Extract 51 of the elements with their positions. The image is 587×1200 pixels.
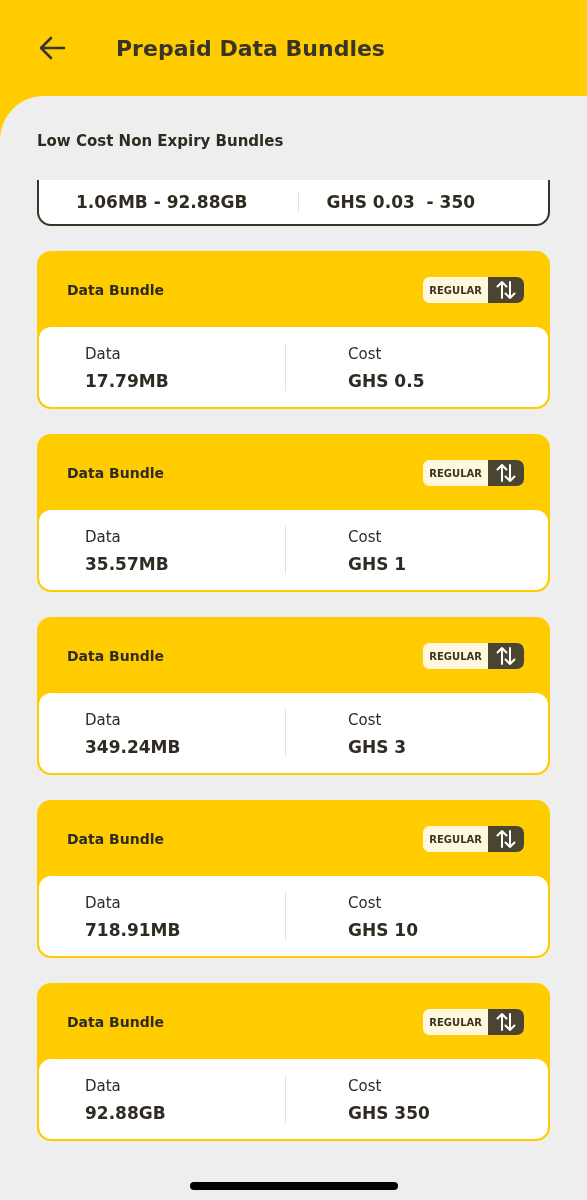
swap-arrows-icon [488, 277, 524, 303]
cost-amount: GHS 350 [348, 1103, 431, 1123]
type-label: REGULAR [423, 643, 488, 669]
cost-amount: GHS 10 [348, 920, 419, 940]
cost-label: Cost [348, 1077, 383, 1095]
bundle-type-toggle[interactable]: REGULAR [423, 643, 524, 669]
back-arrow-icon [38, 36, 66, 60]
type-label: REGULAR [423, 826, 488, 852]
bundle-card[interactable]: Data Bundle REGULAR Data 92.88GB Cost GHS 350 [37, 983, 550, 1141]
cost-label: Cost [348, 345, 383, 363]
bundle-name: Data Bundle [67, 282, 164, 298]
data-label: Data [85, 1077, 122, 1095]
type-label: REGULAR [423, 460, 488, 486]
bundle-card[interactable]: Data Bundle REGULAR Data 718.91MB Cost GHS 10 [37, 800, 550, 958]
data-amount: 349.24MB [85, 737, 182, 757]
bundle-card[interactable]: Data Bundle REGULAR Data 35.57MB Cost GHS 1 [37, 434, 550, 592]
bundle-type-toggle[interactable]: REGULAR [423, 460, 524, 486]
data-amount: 92.88GB [85, 1103, 167, 1123]
data-label: Data [85, 711, 122, 729]
cost-range: GHS 0.03 - 350 [326, 192, 477, 212]
cost-amount: GHS 0.5 [348, 371, 426, 391]
bundle-name: Data Bundle [67, 831, 164, 847]
swap-arrows-icon [488, 460, 524, 486]
bundle-name: Data Bundle [67, 648, 164, 664]
data-label: Data [85, 528, 122, 546]
back-button[interactable] [38, 36, 66, 60]
data-range: 1.06MB - 92.88GB [76, 192, 249, 212]
data-label: Data [85, 345, 122, 363]
section-title: Low Cost Non Expiry Bundles [37, 132, 285, 152]
data-amount: 35.57MB [85, 554, 170, 574]
cost-amount: GHS 3 [348, 737, 408, 757]
cost-label: Cost [348, 711, 383, 729]
swap-arrows-icon [488, 826, 524, 852]
bundle-type-toggle[interactable]: REGULAR [423, 826, 524, 852]
cost-label: Cost [348, 894, 383, 912]
bundle-card[interactable]: Data Bundle REGULAR Data 17.79MB Cost GHS 0.5 [37, 251, 550, 409]
data-label: Data [85, 894, 122, 912]
bundle-type-toggle[interactable]: REGULAR [423, 1009, 524, 1035]
type-label: REGULAR [423, 277, 488, 303]
type-label: REGULAR [423, 1009, 488, 1035]
bundle-type-toggle[interactable]: REGULAR [423, 277, 524, 303]
cost-amount: GHS 1 [348, 554, 408, 574]
bundle-name: Data Bundle [67, 1014, 164, 1030]
page-title: Prepaid Data Bundles [116, 35, 385, 61]
cost-label: Cost [348, 528, 383, 546]
swap-arrows-icon [488, 1009, 524, 1035]
bundle-card[interactable]: Data Bundle REGULAR Data 349.24MB Cost GHS 3 [37, 617, 550, 775]
swap-arrows-icon [488, 643, 524, 669]
data-amount: 718.91MB [85, 920, 182, 940]
bundle-name: Data Bundle [67, 465, 164, 481]
data-amount: 17.79MB [85, 371, 170, 391]
